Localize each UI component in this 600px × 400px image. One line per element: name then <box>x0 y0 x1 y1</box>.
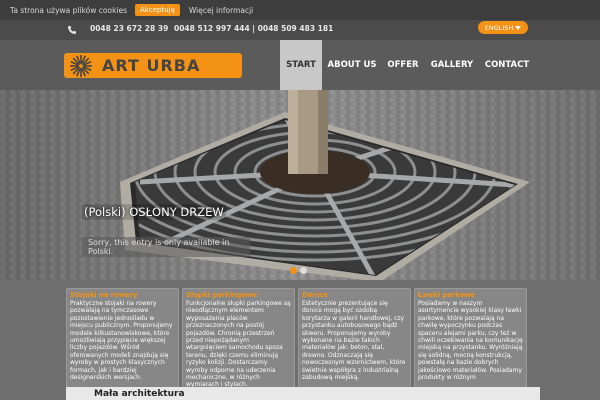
feature-card[interactable]: Ławki parkowe Posiadamy w naszym asortym… <box>414 288 527 394</box>
feature-card[interactable]: Donice Estetycznie prezentujące się doni… <box>298 288 411 394</box>
nav-start[interactable]: START <box>280 40 322 90</box>
slider-dot-1[interactable] <box>290 267 297 274</box>
sun-logo-icon <box>64 53 98 78</box>
nav-offer[interactable]: OFFER <box>383 40 423 90</box>
nav-contact[interactable]: CONTACT <box>482 40 532 90</box>
language-select[interactable]: ENGLISH <box>478 21 528 34</box>
slider-dots <box>290 267 307 274</box>
language-label: ENGLISH <box>484 23 514 32</box>
chevron-down-icon <box>515 25 522 30</box>
section-title: Mała architektura <box>94 389 185 399</box>
phone-number-2[interactable]: 0048 512 997 444 | 0048 509 483 181 <box>174 24 333 33</box>
feature-body: Funkcjonalne słupki parkingowe są nieodł… <box>186 300 291 389</box>
phone-icon <box>67 25 77 35</box>
nav-about-us[interactable]: ABOUT US <box>326 40 378 90</box>
logo-text: ART URBA <box>102 56 201 75</box>
cookie-bar: Ta strona używa plików cookies Akceptuję… <box>0 0 600 20</box>
feature-body: Estetycznie prezentujące się donice mogą… <box>302 300 406 382</box>
feature-card[interactable]: Słupki parkingowe Funkcjonalne słupki pa… <box>182 288 295 394</box>
feature-title: Stojaki na rowery <box>70 291 138 299</box>
hero-slider: (Polski) OSŁONY DRZEW Sorry, this entry … <box>0 90 600 280</box>
phone-number-1[interactable]: 0048 23 672 28 39 <box>90 24 168 33</box>
feature-card[interactable]: Stojaki na rowery Praktyczne stojaki na … <box>66 288 179 394</box>
accept-cookies-button[interactable]: Akceptuję <box>135 4 180 16</box>
site-header: ART URBA START ABOUT US OFFER GALLERY CO… <box>0 40 600 90</box>
slider-dot-2[interactable] <box>300 267 307 274</box>
feature-body: Praktyczne stojaki na rowery pozwalają n… <box>70 300 173 382</box>
site-logo[interactable]: ART URBA <box>64 53 242 78</box>
slide-subtitle: Sorry, this entry is only available in P… <box>82 237 250 257</box>
contact-bar: 0048 23 672 28 39 0048 512 997 444 | 004… <box>0 20 600 40</box>
more-info-link[interactable]: Więcej informacji <box>189 6 253 15</box>
feature-title: Słupki parkingowe <box>186 291 258 299</box>
feature-title: Ławki parkowe <box>418 291 476 299</box>
feature-body: Posiadamy w naszym asortymencie wysokiej… <box>418 300 523 382</box>
slide-title: (Polski) OSŁONY DRZEW <box>82 204 226 220</box>
cookie-text: Ta strona używa plików cookies <box>10 5 128 15</box>
features-section: Stojaki na rowery Praktyczne stojaki na … <box>0 280 600 400</box>
feature-title: Donice <box>302 291 329 299</box>
nav-gallery[interactable]: GALLERY <box>428 40 476 90</box>
